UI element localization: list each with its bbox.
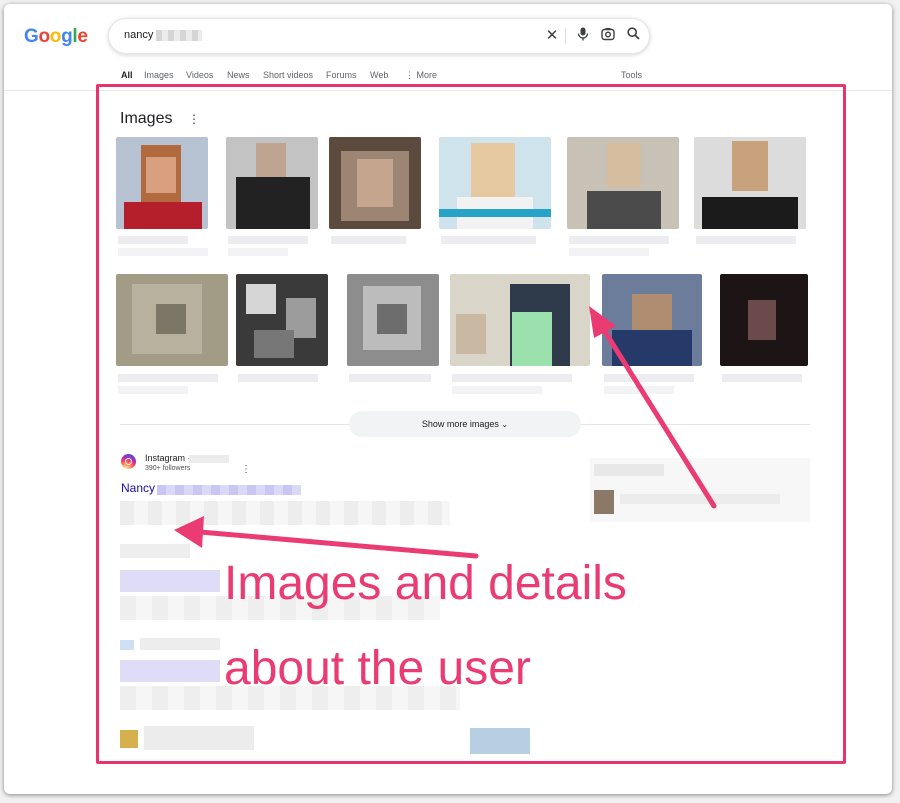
browser-window: Google nancy ✕ All Images Videos News Sh… — [4, 4, 892, 794]
highlight-box — [96, 84, 846, 764]
